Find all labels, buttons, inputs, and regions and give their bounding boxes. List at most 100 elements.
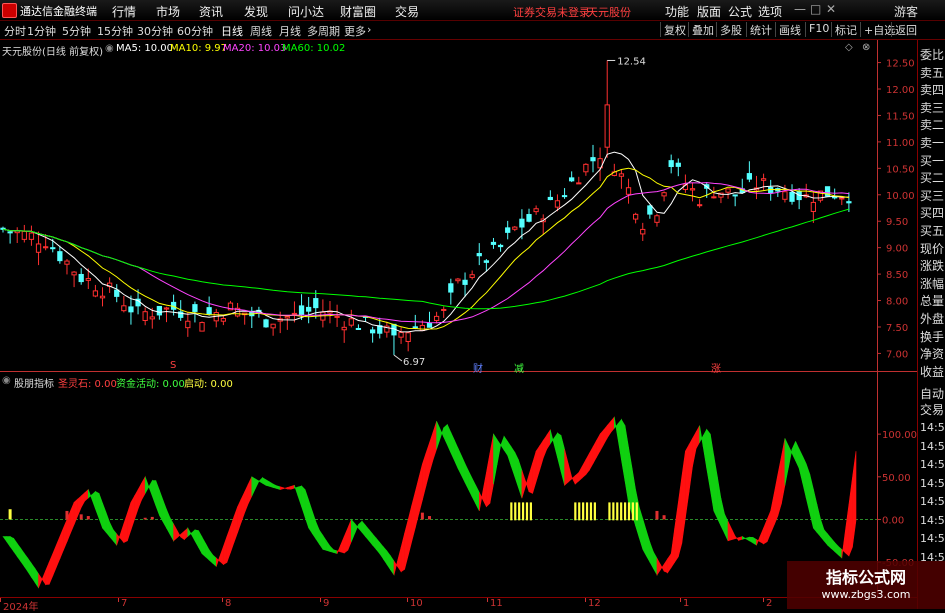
indicator-band-red (230, 516, 235, 553)
side-item[interactable]: 现价 (920, 240, 944, 257)
biaoji-button[interactable]: 标记 (831, 22, 860, 37)
period-monthly[interactable]: 月线 (279, 23, 301, 39)
close-icon[interactable]: ✕ (826, 2, 836, 16)
indicator-band-green (194, 529, 199, 549)
menu-gongneng[interactable]: 功能 (665, 3, 689, 20)
side-item[interactable]: 卖四 (920, 81, 944, 98)
indicator-band-red (759, 527, 764, 545)
side-item[interactable]: 买五 (920, 222, 944, 239)
side-item[interactable]: 收益 (920, 363, 944, 380)
menu-wenxiaoda[interactable]: 问小达 (288, 3, 324, 20)
indicator-band-green (436, 421, 441, 450)
period-5min[interactable]: 5分钟 (62, 23, 91, 39)
huaxian-button[interactable]: 画线 (775, 22, 804, 37)
period-weekly[interactable]: 周线 (250, 23, 272, 39)
indicator-settings-icon[interactable]: ◉ (2, 375, 11, 386)
side-item[interactable]: 委比 (920, 46, 944, 63)
candle-body (405, 332, 411, 343)
period-30min[interactable]: 30分钟 (137, 23, 173, 39)
side-lower-item[interactable]: 自动 (920, 385, 944, 402)
indicator-band-red (63, 519, 68, 551)
event-marker-s[interactable]: S (170, 360, 176, 371)
side-item[interactable]: 买二 (920, 169, 944, 186)
y-tick-label: 11.50 (886, 111, 915, 122)
side-lower-item[interactable]: 交易 (920, 401, 944, 418)
app-logo-icon (2, 3, 17, 18)
duogu-button[interactable]: 多股 (716, 22, 745, 37)
candle-body (654, 215, 660, 223)
back-button[interactable]: 返回 (891, 22, 920, 37)
side-item[interactable]: 涨跌 (920, 257, 944, 274)
menu-hangqing[interactable]: 行情 (112, 3, 136, 20)
settings-circle-icon[interactable]: ◉ (105, 43, 114, 54)
indicator-band-red (48, 553, 54, 585)
chevron-right-icon[interactable]: › (367, 23, 371, 36)
candle-body (298, 305, 305, 316)
indicator-chart[interactable]: 100.0050.000.00-50.00 (0, 372, 917, 598)
menu-faxian[interactable]: 发现 (244, 3, 268, 20)
candle-body (355, 327, 362, 330)
diejia-button[interactable]: 叠加 (688, 22, 717, 37)
side-item[interactable]: 买一 (920, 152, 944, 169)
period-1min[interactable]: 1分钟 (27, 23, 56, 39)
indicator-band-green (9, 535, 14, 553)
period-60min[interactable]: 60分钟 (177, 23, 213, 39)
indicator-band-red (603, 424, 608, 445)
menu-caifuquan[interactable]: 财富圈 (340, 3, 376, 20)
indicator-band-green (475, 485, 480, 512)
candle-body (505, 227, 511, 233)
maximize-icon[interactable]: □ (810, 2, 821, 16)
side-item[interactable]: 卖一 (920, 134, 944, 151)
side-item[interactable]: 买四 (920, 204, 944, 221)
indicator-band-green (262, 477, 267, 486)
indicator-band-red (731, 528, 736, 541)
x-tick-label: 7 (121, 598, 128, 609)
side-item[interactable]: 卖五 (920, 64, 944, 81)
fuquan-button[interactable]: 复权 (660, 22, 689, 37)
guest-label[interactable]: 游客 (894, 3, 918, 20)
candle-body (441, 308, 447, 311)
yellow-signal-bar (574, 502, 577, 521)
menu-xuanxiang[interactable]: 选项 (758, 3, 782, 20)
y-tick-label: 7.50 (886, 323, 908, 334)
menu-zixun[interactable]: 资讯 (199, 3, 223, 20)
side-item[interactable]: 卖二 (920, 116, 944, 133)
menu-jiaoyi[interactable]: 交易 (395, 3, 419, 20)
yellow-signal-bar (582, 502, 585, 521)
indicator-band-green (493, 433, 498, 485)
side-item[interactable]: 卖三 (920, 99, 944, 116)
close-panel-icon[interactable]: ⊗ (862, 42, 870, 53)
indicator-band-green (749, 536, 754, 544)
indicator-band-green (653, 550, 658, 577)
indicator-band-green (706, 428, 711, 490)
settings-diamond-icon[interactable]: ◇ (845, 42, 853, 53)
side-item[interactable]: 涨幅 (920, 275, 944, 292)
period-15min[interactable]: 15分钟 (97, 23, 133, 39)
minimize-icon[interactable]: — (794, 2, 806, 16)
candlestick-chart[interactable]: 12.50 12.00 11.50 11.00 10.50 10.00 9.50 9.00 8.… (0, 40, 917, 372)
flat-signal-bar (150, 516, 154, 520)
f10-button[interactable]: F10 (805, 22, 832, 37)
indicator-band-green (358, 520, 363, 534)
period-more[interactable]: 更多 (344, 23, 366, 39)
period-multi[interactable]: 多周期 (307, 23, 340, 39)
x-tick-label: 8 (225, 598, 232, 609)
side-item[interactable]: 买三 (920, 187, 944, 204)
period-fenshi[interactable]: 分时 (4, 23, 26, 39)
tongji-button[interactable]: 统计 (746, 22, 775, 37)
period-daily[interactable]: 日线 (221, 23, 243, 39)
candle-body (263, 319, 269, 328)
side-item[interactable]: 外盘 (920, 310, 944, 327)
indicator-band-green (702, 429, 707, 469)
indicator-band-green (258, 476, 263, 484)
side-item[interactable]: 净资 (920, 345, 944, 362)
side-item[interactable]: 换手 (920, 328, 944, 345)
indicator-band-green (624, 425, 629, 503)
side-item[interactable]: 总量 (920, 292, 944, 309)
menu-gongshi[interactable]: 公式 (728, 3, 752, 20)
flat-signal-bar (428, 516, 431, 520)
indicator-band-red (134, 488, 139, 520)
menu-shichang[interactable]: 市场 (156, 3, 180, 20)
login-warning[interactable]: 证券交易未登录 (513, 4, 590, 20)
menu-banmian[interactable]: 版面 (697, 3, 721, 20)
